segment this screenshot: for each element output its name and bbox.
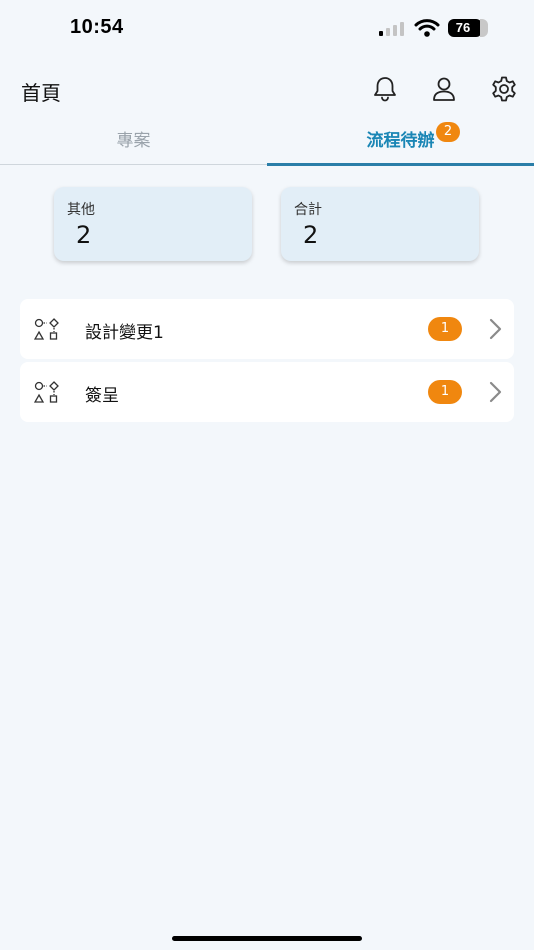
tab-workflow-badge: 2 <box>436 122 460 142</box>
list-item-label: 設計變更1 <box>85 323 164 343</box>
active-tab-indicator <box>267 163 534 166</box>
chevron-right-icon <box>489 381 502 403</box>
list-item[interactable]: 簽呈 1 <box>20 362 514 422</box>
tab-workflow-todo[interactable]: 流程待辦 <box>267 118 534 164</box>
summary-label: 其他 <box>67 202 95 218</box>
battery-level: 76 <box>455 20 471 35</box>
summary-value: 2 <box>303 221 319 249</box>
tab-projects[interactable]: 專案 <box>0 118 267 164</box>
cellular-signal-icon <box>379 22 404 36</box>
wifi-icon <box>414 19 440 37</box>
status-bar: 10:54 76 <box>0 0 534 60</box>
status-time: 10:54 <box>70 16 124 38</box>
workflow-icon <box>34 381 59 403</box>
chevron-right-icon <box>489 318 502 340</box>
summary-value: 2 <box>76 221 92 249</box>
page-title: 首頁 <box>21 81 61 105</box>
count-badge: 1 <box>428 317 462 341</box>
workflow-icon <box>34 318 59 340</box>
battery-icon: 76 <box>448 19 488 39</box>
summary-card-other[interactable]: 其他 2 <box>54 187 252 261</box>
bell-icon[interactable] <box>371 75 399 103</box>
list-item[interactable]: 設計變更1 1 <box>20 299 514 359</box>
user-icon[interactable] <box>430 75 458 103</box>
gear-icon[interactable] <box>490 75 518 103</box>
summary-card-total[interactable]: 合計 2 <box>281 187 479 261</box>
count-badge: 1 <box>428 380 462 404</box>
summary-label: 合計 <box>294 202 322 218</box>
home-indicator[interactable] <box>172 936 362 941</box>
list-item-label: 簽呈 <box>85 386 119 406</box>
